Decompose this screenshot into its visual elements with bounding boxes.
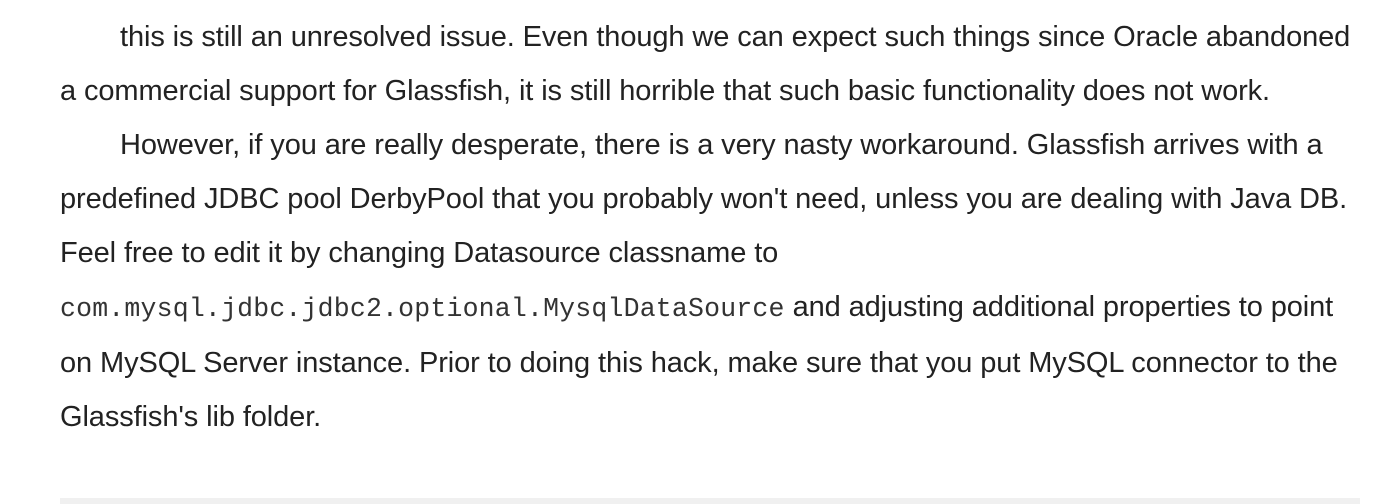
next-block-edge: [60, 498, 1360, 504]
inline-code-classname: com.mysql.jdbc.jdbc2.optional.MysqlDataS…: [60, 294, 785, 324]
paragraph-text-before-code: However, if you are really desperate, th…: [60, 129, 1348, 269]
paragraph-text: this is still an unresolved issue. Even …: [60, 21, 1351, 107]
paragraph-unresolved-issue: this is still an unresolved issue. Even …: [60, 10, 1360, 118]
paragraph-workaround: However, if you are really desperate, th…: [60, 118, 1360, 444]
article-body: this is still an unresolved issue. Even …: [60, 10, 1360, 444]
